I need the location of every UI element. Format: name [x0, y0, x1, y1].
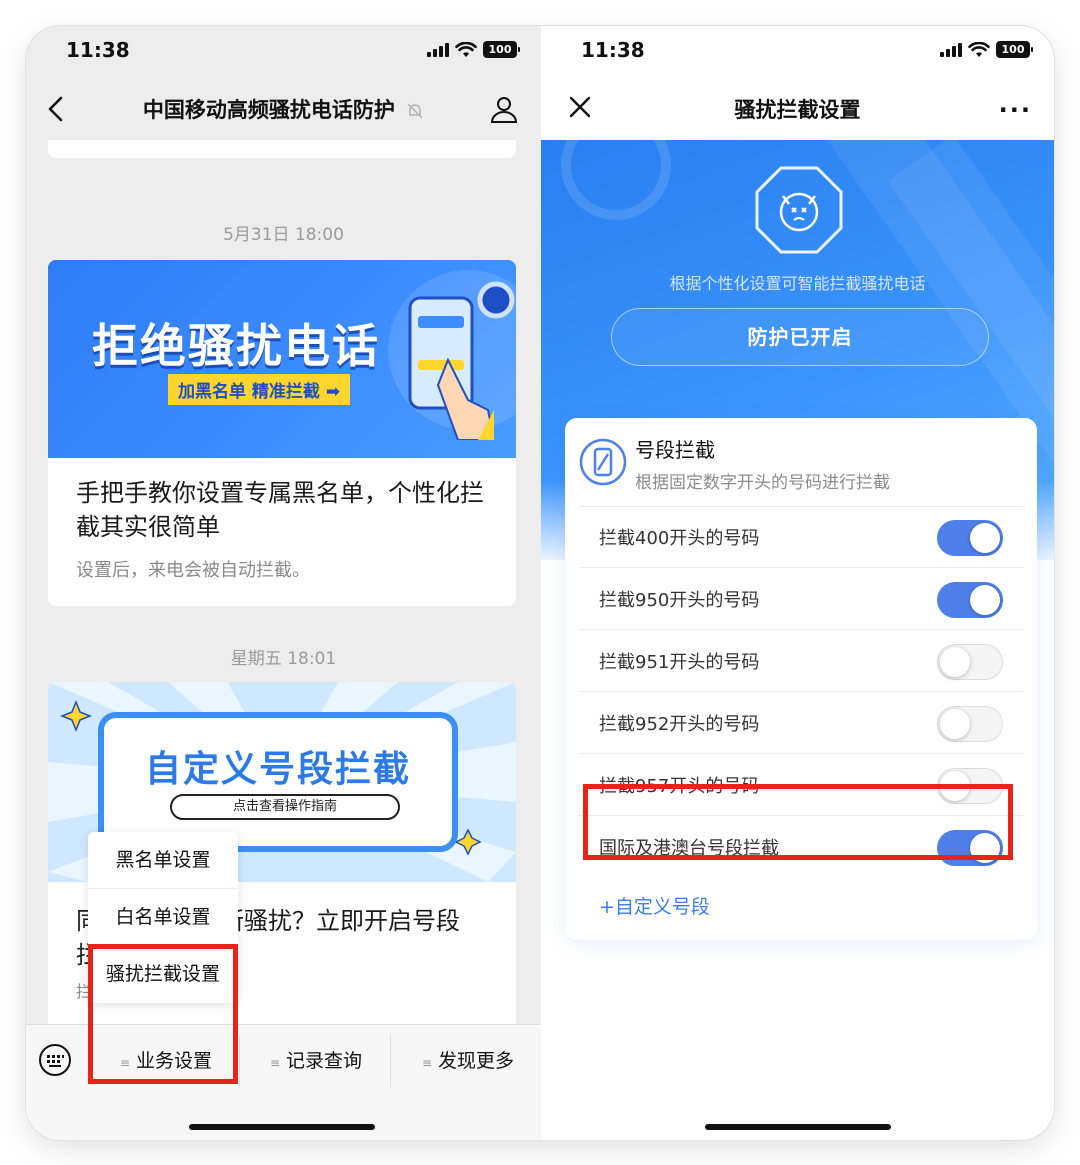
menu-item-whitelist[interactable]: 白名单设置 [88, 889, 238, 946]
decor-ring [561, 140, 671, 220]
article-title-blacklist: 手把手教你设置专属黑名单，个性化拦截其实很简单 [76, 479, 484, 541]
tab-discover-more-label: 发现更多 [438, 1050, 515, 1072]
status-icons: 100 [940, 41, 1033, 58]
banner-headline-custom: 自定义号段拦截 [144, 749, 411, 790]
toggle-row-951: 拦截951开头的号码 [579, 630, 1023, 692]
panel-header: 号段拦截 根据固定数字开头的号码进行拦截 [565, 418, 1037, 506]
shield-face-icon [755, 166, 843, 254]
previous-card-tail [48, 140, 516, 158]
status-time: 11:38 [66, 38, 130, 62]
right-screen-settings: 11:38 100 骚扰拦截设置 ··· 根据个性化设置可智能拦截骚扰电话 防护… [541, 26, 1054, 1140]
banner-search-pill: 点击查看操作指南 [170, 794, 400, 820]
chat-title-text: 中国移动高频骚扰电话防护 [142, 98, 395, 122]
toggle-switch-951[interactable] [937, 644, 1003, 680]
status-bar: 11:38 100 [541, 26, 1054, 78]
tab-records-query-label: 记录查询 [286, 1050, 363, 1072]
toggle-switch-400[interactable] [937, 520, 1003, 556]
highlight-box-menu [88, 944, 238, 1084]
timestamp-1: 5月31日 18:00 [223, 225, 344, 245]
keyboard-icon[interactable] [38, 1043, 72, 1077]
banner-tagline: 加黑名单 精准拦截 ➡ [168, 374, 351, 405]
chat-title: 中国移动高频骚扰电话防护 [26, 94, 541, 124]
status-bar: 11:38 100 [26, 26, 541, 78]
toggle-row-952: 拦截952开头的号码 [579, 692, 1023, 754]
tab-records-query[interactable]: ≡ 记录查询 [256, 1039, 376, 1083]
add-custom-segment-link[interactable]: +自定义号段 [599, 892, 710, 919]
message-feed: 5月31日 18:00 拒绝骚扰电话 加黑名单 精准拦截 ➡ 手把手教你设置专属… [26, 140, 541, 1024]
menu-item-blacklist[interactable]: 黑名单设置 [88, 832, 238, 889]
panel-subtitle: 根据固定数字开头的号码进行拦截 [635, 473, 890, 493]
phone-hand-illustration-icon [408, 296, 494, 440]
toggle-switch-952[interactable] [937, 706, 1003, 742]
status-icons: 100 [427, 41, 520, 58]
tab-divider [239, 1035, 240, 1087]
toggle-row-950: 拦截950开头的号码 [579, 568, 1023, 630]
toggle-label: 拦截952开头的号码 [599, 714, 760, 735]
article-banner-blacklist: 拒绝骚扰电话 加黑名单 精准拦截 ➡ [48, 260, 516, 458]
highlight-box-international [583, 784, 1013, 860]
home-indicator[interactable] [705, 1124, 891, 1130]
protection-status-button[interactable]: 防护已开启 [611, 308, 989, 366]
article-desc-blacklist: 设置后，来电会被自动拦截。 [76, 560, 310, 581]
segment-block-panel: 号段拦截 根据固定数字开头的号码进行拦截 拦截400开头的号码 拦截950开头的… [565, 418, 1037, 940]
chat-navbar: 中国移动高频骚扰电话防护 [26, 78, 541, 140]
hero-description: 根据个性化设置可智能拦截骚扰电话 [669, 274, 926, 293]
signal-icon [940, 42, 962, 57]
tab-discover-more[interactable]: ≡ 发现更多 [408, 1039, 528, 1083]
settings-navbar: 骚扰拦截设置 ··· [541, 78, 1054, 140]
wifi-icon [968, 41, 990, 57]
toggle-label: 拦截951开头的号码 [599, 652, 760, 673]
toggle-label: 拦截950开头的号码 [599, 590, 760, 611]
phone-block-icon [579, 438, 627, 486]
battery-icon: 100 [483, 41, 520, 58]
wifi-icon [455, 41, 477, 57]
article-card-blacklist[interactable]: 拒绝骚扰电话 加黑名单 精准拦截 ➡ 手把手教你设置专属黑名单，个性化拦截其实很… [48, 260, 516, 606]
mute-bell-icon [407, 103, 423, 119]
toggle-row-400: 拦截400开头的号码 [579, 506, 1023, 568]
more-options-icon[interactable]: ··· [999, 96, 1032, 124]
menu-lines-icon: ≡ [421, 1056, 433, 1070]
signal-icon [427, 42, 449, 57]
home-indicator[interactable] [189, 1124, 375, 1130]
menu-lines-icon: ≡ [269, 1056, 281, 1070]
article2-title-part-b: 所骚扰？立即开启号段 [220, 907, 460, 935]
banner-headline: 拒绝骚扰电话 [92, 319, 380, 373]
profile-person-icon[interactable] [489, 94, 519, 124]
tab-divider [390, 1035, 391, 1087]
toggle-label: 拦截400开头的号码 [599, 528, 760, 549]
panel-title: 号段拦截 [635, 438, 715, 462]
battery-icon: 100 [996, 41, 1033, 58]
toggle-switch-950[interactable] [937, 582, 1003, 618]
settings-title: 骚扰拦截设置 [734, 98, 861, 122]
left-screen-chat: 11:38 100 中国移动高频骚扰电话防护 5月31日 18:00 拒绝骚扰电… [26, 26, 541, 1140]
timestamp-2: 星期五 18:01 [230, 649, 337, 669]
screenshot-frame: 11:38 100 中国移动高频骚扰电话防护 5月31日 18:00 拒绝骚扰电… [26, 26, 1054, 1140]
status-time: 11:38 [581, 38, 645, 62]
banner-ticket: 自定义号段拦截 点击查看操作指南 [98, 712, 458, 852]
